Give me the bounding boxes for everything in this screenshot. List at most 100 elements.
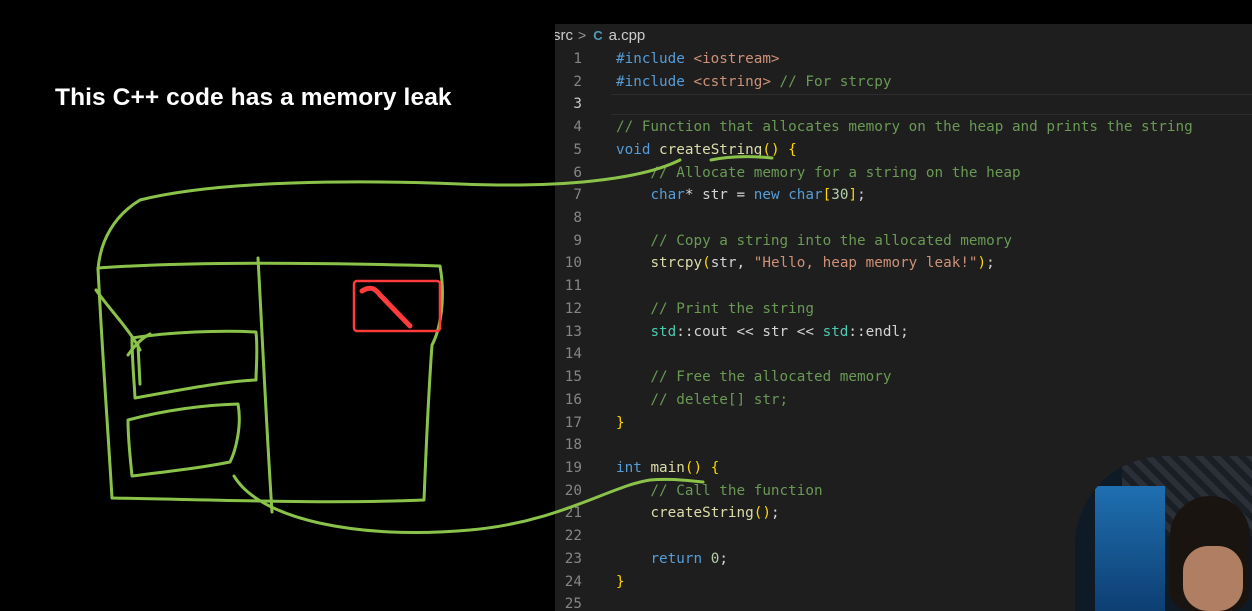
line-number: 12 — [564, 300, 582, 317]
line-number: 24 — [564, 573, 582, 590]
code-line[interactable]: 15 // Free the allocated memory — [555, 366, 1252, 389]
code-text: } — [616, 571, 625, 594]
code-token: ; — [857, 187, 866, 204]
code-token: ::cout << str << — [676, 323, 823, 340]
code-token: createString — [650, 505, 754, 522]
line-number: 11 — [564, 278, 582, 295]
line-number: 25 — [564, 596, 582, 611]
line-number: 8 — [573, 210, 582, 227]
code-text: // Call the function — [616, 480, 823, 503]
code-token: ] — [848, 187, 858, 204]
code-token: return — [650, 550, 711, 567]
code-text: #include <cstring> // For strcpy — [616, 71, 891, 94]
code-line[interactable]: 1 #include <iostream> — [555, 48, 1252, 71]
line-number: 13 — [564, 323, 582, 340]
code-text: std::cout << str << std::endl; — [616, 321, 908, 344]
code-token: } — [616, 573, 625, 590]
code-token: std — [650, 323, 677, 340]
code-token: <iostream> — [693, 51, 780, 67]
code-text: char* str = new char[30]; — [616, 184, 866, 207]
code-token: ( — [702, 255, 711, 272]
code-line[interactable]: 12 // Print the string — [555, 298, 1252, 321]
stack-frame-upper — [130, 329, 259, 400]
code-token: createString — [659, 141, 763, 158]
line-number: 18 — [564, 437, 582, 454]
code-line[interactable]: 14 — [555, 343, 1252, 366]
code-text: return 0; — [616, 548, 728, 571]
code-token: // Function that allocates memory on the… — [616, 119, 1193, 136]
code-text: // Function that allocates memory on the… — [616, 116, 1193, 139]
code-token: () — [762, 141, 789, 158]
code-line[interactable]: 17} — [555, 412, 1252, 435]
code-token: () — [753, 505, 771, 522]
heap-slash-mark — [359, 285, 413, 329]
line-number: 21 — [564, 505, 582, 522]
code-text: strcpy(str, "Hello, heap memory leak!"); — [616, 252, 995, 275]
chevron-right-icon: > — [578, 27, 587, 43]
return-curl — [94, 288, 142, 352]
code-token: // delete[] str; — [616, 391, 789, 408]
code-text: } — [616, 412, 625, 435]
slide-title: This C++ code has a memory leak — [55, 84, 452, 111]
line-number: 16 — [564, 391, 582, 408]
code-token: new — [753, 187, 789, 204]
code-token: main — [650, 459, 685, 476]
code-line[interactable]: 6 // Allocate memory for a string on the… — [555, 162, 1252, 185]
code-token: #include — [616, 73, 694, 90]
code-line[interactable]: 9 // Copy a string into the allocated me… — [555, 230, 1252, 253]
code-token: ; — [719, 550, 728, 567]
code-text: void createString() { — [616, 139, 797, 162]
line-number: 15 — [564, 369, 582, 386]
code-token: "Hello, heap memory leak!" — [753, 255, 978, 272]
code-token: void — [616, 141, 660, 158]
code-line[interactable]: 18 — [555, 434, 1252, 457]
code-token: { — [788, 141, 797, 158]
code-line[interactable]: 10 strcpy(str, "Hello, heap memory leak!… — [555, 252, 1252, 275]
breadcrumb-folder[interactable]: src — [555, 27, 573, 44]
code-token: [ — [822, 187, 832, 204]
code-text: #include <iostream> — [616, 48, 780, 71]
line-number: 6 — [573, 164, 582, 181]
code-token: #include — [616, 51, 694, 67]
line-number: 19 — [564, 459, 582, 476]
code-token: 30 — [831, 187, 849, 204]
code-line[interactable]: 2 #include <cstring> // For strcpy — [555, 71, 1252, 94]
code-line[interactable]: 5 void createString() { — [555, 139, 1252, 162]
memory-box-outline — [96, 261, 444, 504]
code-token: // Copy a string into the allocated memo… — [616, 232, 1012, 249]
code-token: ; — [986, 255, 995, 272]
cpp-file-icon: C — [593, 28, 603, 43]
code-token: char — [788, 187, 823, 204]
code-token: // For strcpy — [770, 73, 892, 90]
code-line[interactable]: 7 char* str = new char[30]; — [555, 184, 1252, 207]
code-line[interactable]: 8 — [555, 207, 1252, 230]
breadcrumb-file[interactable]: a.cpp — [609, 27, 646, 44]
code-token: // Call the function — [616, 482, 823, 499]
code-line[interactable]: 16 // delete[] str; — [555, 389, 1252, 412]
line-number: 2 — [573, 73, 582, 90]
line-number: 9 — [573, 232, 582, 249]
code-text: createString(); — [616, 502, 779, 525]
code-token: std — [822, 323, 849, 340]
line-number: 4 — [573, 119, 582, 136]
code-token: strcpy — [650, 255, 703, 272]
line-number: 22 — [564, 528, 582, 545]
code-token: <cstring> — [693, 73, 771, 90]
line-number: 5 — [573, 141, 582, 158]
code-line[interactable]: 3 — [555, 93, 1252, 116]
breadcrumb: src > Ca.cpp — [555, 24, 645, 46]
heap-allocation-block — [352, 279, 442, 333]
pointer-mark — [126, 332, 152, 386]
line-number: 14 — [564, 346, 582, 363]
code-line[interactable]: 11 — [555, 275, 1252, 298]
code-line[interactable]: 4 // Function that allocates memory on th… — [555, 116, 1252, 139]
stack-frame-lower — [126, 402, 241, 478]
code-token: { — [710, 459, 720, 476]
code-token: // Allocate memory for a string on the h… — [616, 164, 1021, 181]
code-line[interactable]: 13 std::cout << str << std::endl; — [555, 321, 1252, 344]
presenter-face — [1183, 546, 1243, 611]
stack-heap-divider — [256, 256, 274, 514]
